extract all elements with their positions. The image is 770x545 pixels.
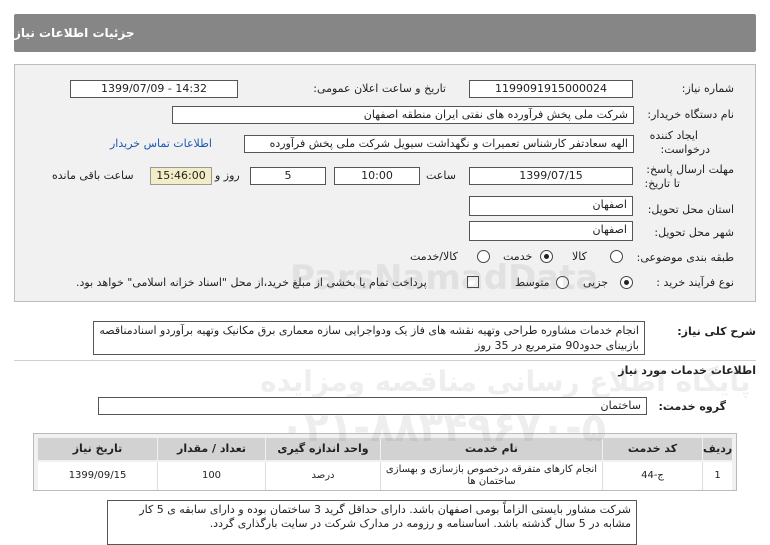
cell-date: 1399/09/15 [68,470,127,481]
category-option-goods: کالا [572,250,587,263]
city-label: شهر محل تحویل: [654,226,734,239]
remaining-label: ساعت باقی مانده [52,169,134,182]
category-radio-goods[interactable] [610,250,623,263]
col-row-header: ردیف [702,438,732,460]
cell-name: انجام کارهای متفرقه درخصوص بازسازی و بهس… [380,462,602,490]
category-label: طبقه بندی موضوعی: [636,251,734,264]
treasury-payment-text: پرداخت تمام یا بخشی از مبلغ خرید،از محل … [76,276,427,289]
buyer-label: نام دستگاه خریدار: [647,108,734,121]
page-title: جزئیات اطلاعات نیاز [14,26,135,40]
remaining-time-field: 15:46:00 [150,167,212,185]
need-number-label: شماره نیاز: [681,82,734,95]
cell-unit: درصد [265,462,380,490]
treasury-payment-checkbox[interactable] [467,276,479,288]
divider [14,360,756,361]
days-label: روز و [215,169,240,182]
deadline-time-label: ساعت [426,169,456,182]
days-field[interactable]: 5 [250,167,326,185]
deadline-time-field[interactable]: 10:00 [334,167,420,185]
cell-code: ج-44 [602,462,702,490]
process-radio-medium[interactable] [556,276,569,289]
deadline-label-2: تا تاریخ: [644,177,680,190]
deadline-label-1: مهلت ارسال پاسخ: [646,163,734,176]
description-field: انجام خدمات مشاوره طراحی وتهیه نقشه های … [93,321,645,355]
col-unit-header: واحد اندازه گیری [265,438,380,460]
province-label: استان محل تحویل: [647,203,734,216]
description-label: شرح کلی نیاز: [677,325,756,338]
service-group-field: ساختمان [98,397,647,415]
need-number-field[interactable]: 1199091915000024 [469,80,633,98]
cell-qty: 100 [157,462,265,490]
process-label: نوع فرآیند خرید : [656,276,734,289]
page-header: جزئیات اطلاعات نیاز [14,14,756,52]
creator-label-1: ایجاد کننده [649,129,698,142]
city-field[interactable]: اصفهان [469,221,633,241]
creator-label-2: درخواست: [660,143,710,156]
process-option-minor: جزیی [583,276,609,289]
category-radio-goods-service[interactable] [477,250,490,263]
category-option-service: خدمت [503,250,533,263]
category-radio-service[interactable] [540,250,553,263]
col-name-header: نام خدمت [380,438,602,460]
announce-datetime-field[interactable]: 1399/07/09 - 14:32 [70,80,238,98]
process-radio-minor[interactable] [620,276,633,289]
province-field[interactable]: اصفهان [469,196,633,216]
services-table: ردیف کد خدمت نام خدمت واحد اندازه گیری ت… [33,433,737,491]
table-row: 1 ج-44 انجام کارهای متفرقه درخصوص بازساز… [38,462,732,490]
process-option-medium: متوسط [515,276,550,289]
col-qty-header: تعداد / مقدار [157,438,265,460]
buyer-contact-link[interactable]: اطلاعات تماس خریدار [110,137,212,150]
buyer-field[interactable]: شرکت ملی پخش فرآورده های نفتی ایران منطق… [172,106,634,124]
buyer-note: شرکت مشاور بایستی الزاماً بومی اصفهان با… [107,500,637,545]
col-code-header: کد خدمت [602,438,702,460]
col-date-header: تاریخ نیاز [38,438,157,460]
service-group-label: گروه خدمت: [658,400,726,413]
deadline-date-field[interactable]: 1399/07/15 [469,167,633,185]
category-option-goods-service: کالا/خدمت [410,250,458,263]
announce-label: تاریخ و ساعت اعلان عمومی: [313,82,446,95]
cell-row: 1 [702,462,732,490]
table-header: ردیف کد خدمت نام خدمت واحد اندازه گیری ت… [38,438,732,460]
services-section-title: اطلاعات خدمات مورد نیاز [618,364,756,377]
creator-field[interactable]: الهه سعادتفر کارشناس تعمیرات و نگهداشت س… [244,135,634,153]
